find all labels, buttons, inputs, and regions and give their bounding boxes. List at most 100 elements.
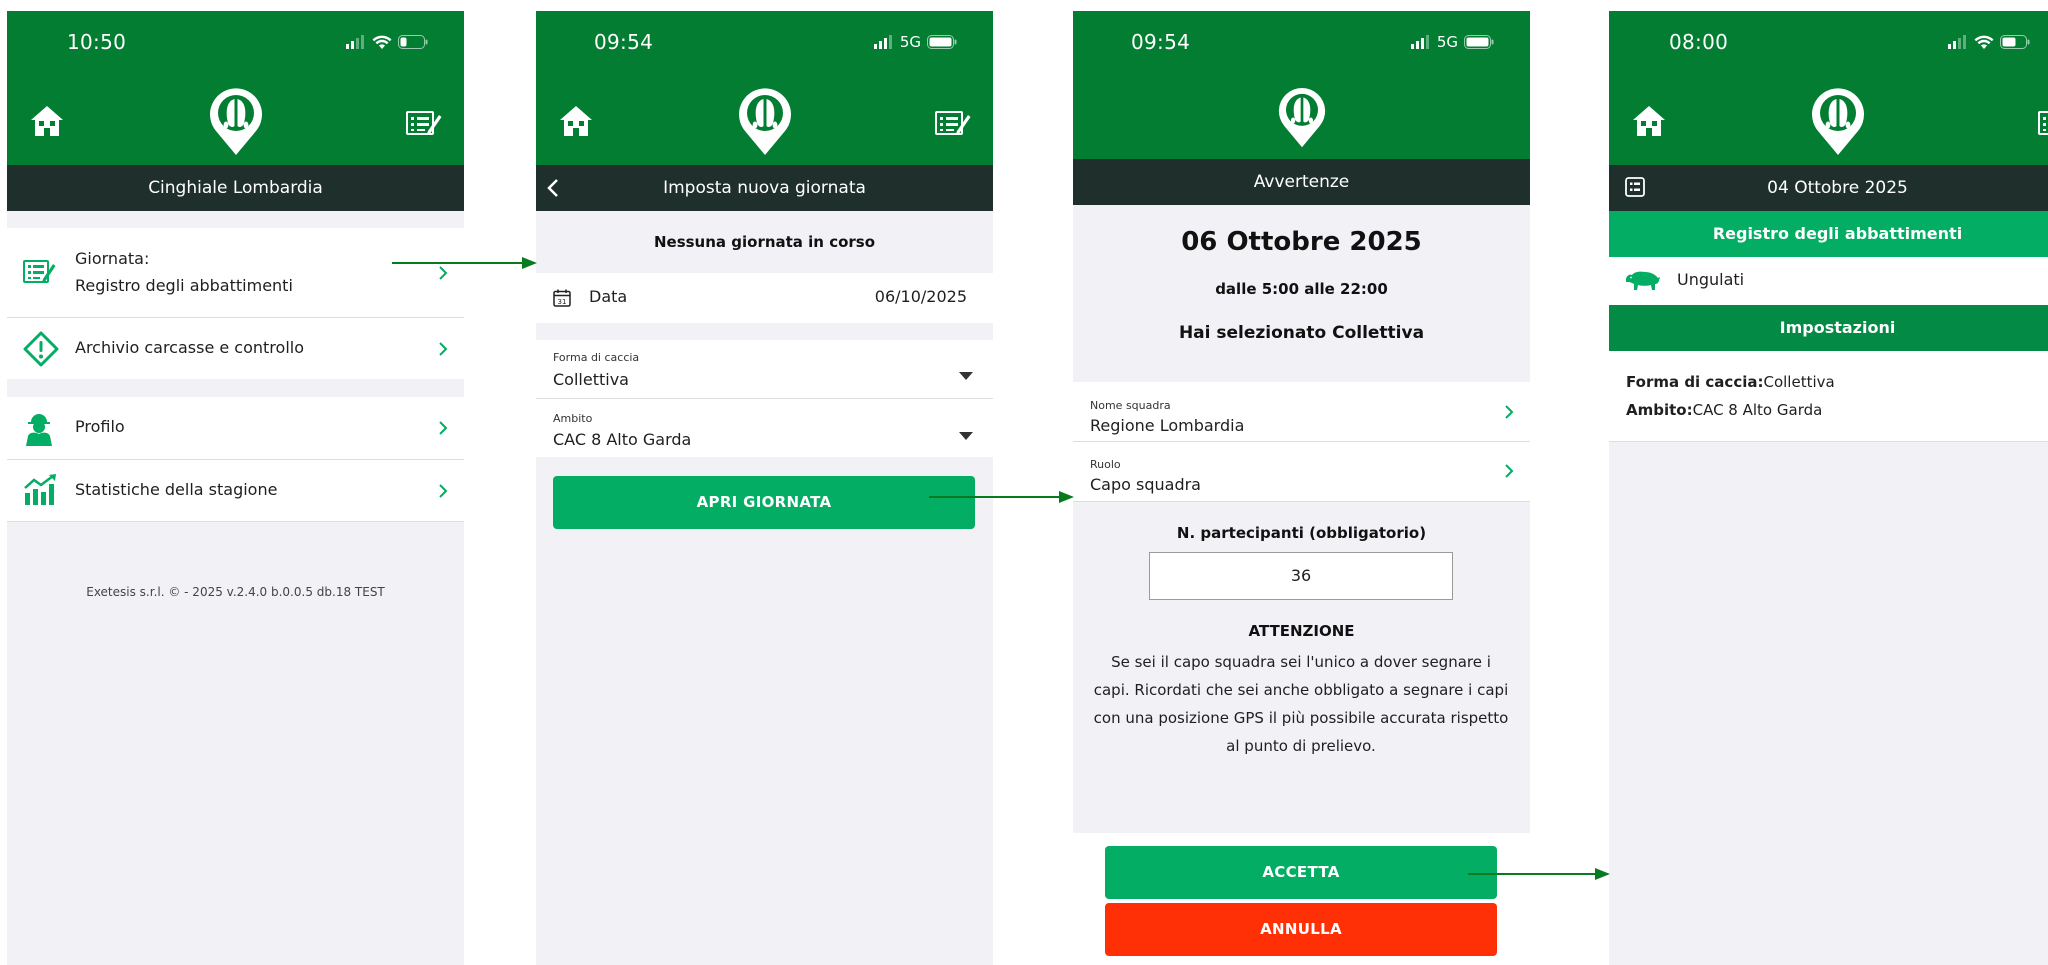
top-bar: 08:00 (1609, 11, 2048, 165)
date-value: 06/10/2025 (874, 287, 967, 306)
app-logo-hoofprint-icon (1278, 88, 1325, 148)
participants-input[interactable]: 36 (1149, 552, 1453, 600)
day-hours: dalle 5:00 alle 22:00 (1215, 280, 1388, 298)
back-chevron-icon[interactable] (546, 178, 560, 198)
wifi-icon (1974, 35, 1994, 49)
divider (1609, 441, 2048, 442)
signal-icon (1948, 35, 1966, 49)
register-edit-icon[interactable] (2038, 109, 2048, 137)
cancel-button[interactable]: ANNULLA (1105, 903, 1497, 956)
menu-item-giornata[interactable]: Giornata: Registro degli abbattimenti (7, 228, 464, 318)
register-edit-icon[interactable] (406, 109, 442, 137)
signal-icon (873, 35, 892, 49)
top-bar: 09:54 5G (536, 11, 993, 165)
ambito-select[interactable]: Ambito CAC 8 Alto Garda (536, 399, 993, 457)
ambito-value: CAC 8 Alto Garda (553, 430, 692, 449)
flow-arrow-2 (929, 491, 1074, 503)
day-date: 06 Ottobre 2025 (1181, 227, 1422, 257)
top-bar: 10:50 (7, 11, 464, 165)
wifi-icon (372, 35, 392, 49)
team-name-label: Nome squadra (1090, 399, 1171, 412)
menu-label-registro: Registro degli abbattimenti (75, 276, 293, 295)
home-icon[interactable] (558, 103, 594, 139)
menu-label-statistiche: Statistiche della stagione (75, 480, 278, 499)
status-time: 08:00 (1669, 30, 1729, 54)
team-name-row[interactable]: Nome squadra Regione Lombardia (1073, 382, 1530, 441)
status-time: 10:50 (67, 30, 127, 54)
battery-icon (398, 35, 428, 49)
register-icon (23, 260, 56, 283)
battery-icon (927, 35, 957, 49)
app-logo-hoofprint-icon (738, 88, 791, 155)
role-value: Capo squadra (1090, 475, 1201, 494)
date-row[interactable]: 31 Data 06/10/2025 (536, 273, 993, 323)
footer-version: Exetesis s.r.l. © - 2025 v.2.4.0 b.0.0.5… (86, 585, 385, 599)
chevron-right-icon (1505, 464, 1514, 478)
menu-label-profilo: Profilo (75, 417, 125, 436)
date-label: Data (589, 287, 628, 306)
page-title-bar: 04 Ottobre 2025 (1609, 165, 2048, 211)
warning-diamond-icon (23, 331, 59, 367)
no-active-day-label: Nessuna giornata in corso (653, 233, 876, 251)
chevron-right-icon (439, 421, 448, 435)
open-day-button[interactable]: APRI GIORNATA (553, 476, 975, 529)
status-icons: 5G (1410, 32, 1494, 52)
accept-button[interactable]: ACCETTA (1105, 846, 1497, 899)
dropdown-caret-icon (959, 432, 973, 440)
selected-mode: Hai selezionato Collettiva (1178, 323, 1425, 343)
ambito-label: Ambito: (1626, 401, 1693, 419)
dropdown-caret-icon (959, 372, 973, 380)
network-label: 5G (1436, 33, 1458, 51)
attention-text: Se sei il capo squadra sei l'unico a dov… (1093, 653, 1509, 755)
hunter-profile-icon (26, 414, 52, 446)
registry-list-icon[interactable] (1625, 177, 1645, 197)
ambito-label: Ambito (553, 412, 593, 425)
team-name-value: Regione Lombardia (1090, 416, 1245, 435)
status-icons (1948, 32, 2030, 52)
screen-avvertenze: 09:54 5G Avvertenze 06 Ottobre 2025 dall… (1073, 11, 1530, 965)
forma-caccia-value: Collettiva (553, 370, 629, 389)
forma-caccia-row-text: Forma di caccia:Collettiva (1626, 373, 1835, 391)
top-bar: 09:54 5G (1073, 11, 1530, 159)
flow-arrow-3 (1468, 868, 1610, 880)
register-edit-icon[interactable] (935, 109, 971, 137)
chevron-right-icon (439, 484, 448, 498)
forma-caccia-label: Forma di caccia: (1626, 373, 1764, 391)
divider (7, 521, 464, 522)
chart-growth-icon (24, 474, 56, 505)
svg-text:31: 31 (558, 298, 567, 306)
status-icons: 5G (873, 32, 957, 52)
status-time: 09:54 (594, 30, 654, 54)
screen-nuova-giornata: 09:54 5G Imposta nuova giornata Nessuna … (536, 11, 993, 965)
menu-item-profilo[interactable]: Profilo (7, 397, 464, 459)
chevron-right-icon (439, 342, 448, 356)
network-label: 5G (899, 33, 921, 51)
ungulati-row[interactable]: Ungulati (1609, 257, 2048, 305)
registro-section-header: Registro degli abbattimenti (1609, 211, 2048, 257)
home-icon[interactable] (29, 103, 65, 139)
page-title: Cinghiale Lombardia (7, 165, 464, 211)
menu-label-archivio: Archivio carcasse e controllo (75, 338, 304, 357)
menu-item-statistiche[interactable]: Statistiche della stagione (7, 460, 464, 521)
menu-item-archivio[interactable]: Archivio carcasse e controllo (7, 318, 464, 379)
forma-caccia-value: Collettiva (1763, 373, 1835, 391)
signal-icon (1410, 35, 1429, 49)
role-label: Ruolo (1090, 458, 1121, 471)
signal-icon (346, 35, 364, 49)
status-icons (346, 32, 428, 52)
ungulati-label: Ungulati (1677, 270, 1745, 289)
page-title: 04 Ottobre 2025 (1767, 178, 1908, 198)
app-logo-hoofprint-icon (209, 88, 262, 155)
impostazioni-row[interactable]: Forma di caccia:Collettiva Ambito:CAC 8 … (1609, 351, 2048, 441)
divider (1073, 501, 1530, 502)
forma-caccia-label: Forma di caccia (553, 351, 640, 364)
wild-boar-icon (1626, 271, 1660, 290)
role-row[interactable]: Ruolo Capo squadra (1073, 442, 1530, 501)
page-title-bar: Imposta nuova giornata (536, 165, 993, 211)
menu-label-giornata: Giornata: (75, 249, 150, 268)
home-icon[interactable] (1631, 103, 1667, 139)
ambito-row-text: Ambito:CAC 8 Alto Garda (1626, 401, 1822, 419)
screen-home: 10:50 Cinghiale Lombardia Giornata: Regi… (7, 11, 464, 965)
forma-caccia-select[interactable]: Forma di caccia Collettiva (536, 340, 993, 398)
impostazioni-section-header: Impostazioni (1609, 305, 2048, 351)
